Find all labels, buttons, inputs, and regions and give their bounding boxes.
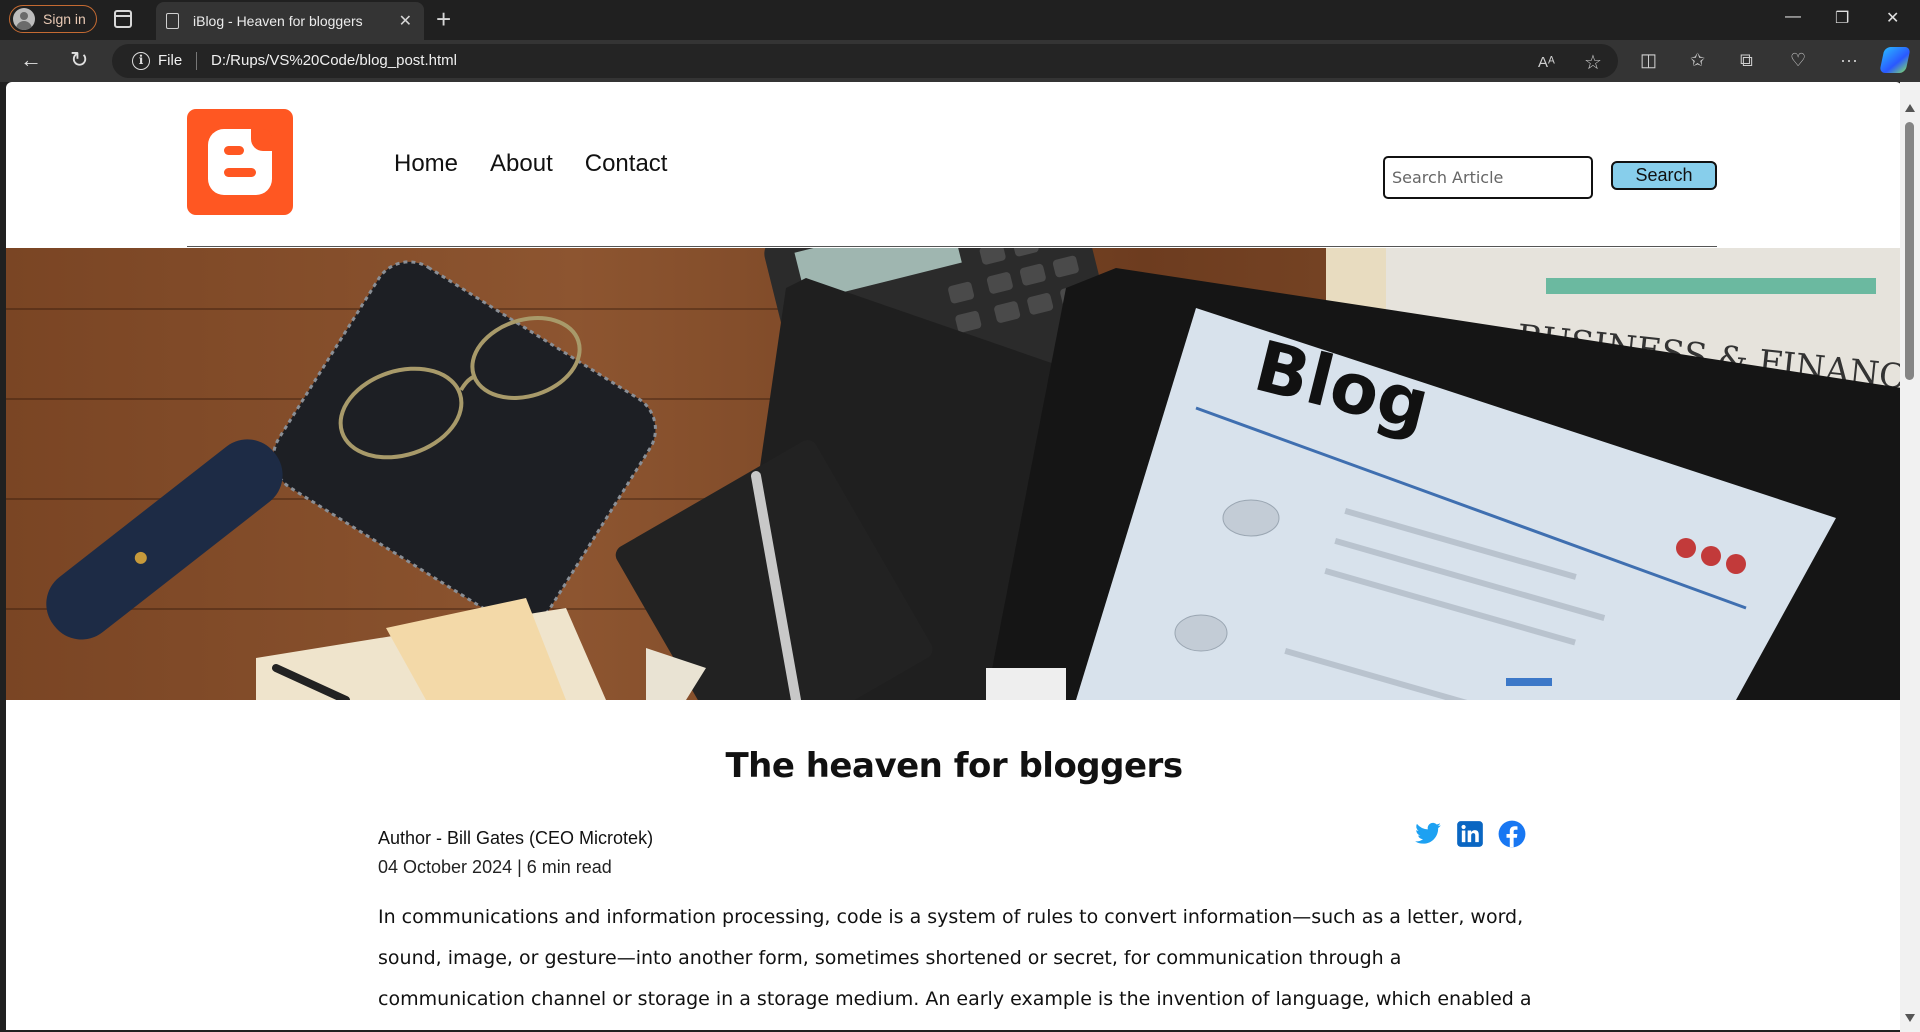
info-icon[interactable]: i: [132, 52, 150, 70]
profile-avatar-icon: [13, 8, 35, 30]
nav-contact-link[interactable]: Contact: [585, 150, 668, 178]
browser-essentials-icon[interactable]: ♡: [1790, 50, 1806, 71]
workspaces-icon[interactable]: [114, 10, 132, 28]
refresh-icon[interactable]: ↻: [70, 47, 88, 73]
divider: [196, 52, 197, 70]
search-button[interactable]: Search: [1611, 161, 1717, 190]
close-window-icon[interactable]: ✕: [1886, 8, 1899, 28]
page-viewport: Home About Contact Search BUSINESS & FIN…: [6, 82, 1902, 1030]
papers: [256, 598, 706, 700]
wallet: [272, 260, 657, 627]
article-body: In communications and information proces…: [378, 906, 1532, 1030]
collections-icon[interactable]: ⧉: [1740, 50, 1753, 71]
favorites-icon[interactable]: ✩: [1690, 50, 1705, 71]
url-text[interactable]: D:/Rups/VS%20Code/blog_post.html: [211, 52, 457, 69]
laptop-stand: [986, 668, 1066, 700]
back-icon[interactable]: ←: [20, 47, 42, 73]
close-tab-icon[interactable]: ✕: [399, 11, 412, 31]
twitter-icon[interactable]: [1414, 820, 1442, 848]
hero-illustration: BUSINESS & FINANCE: [46, 248, 1902, 700]
article-date: 04 October 2024 | 6 min read: [378, 857, 612, 877]
scroll-thumb[interactable]: [1905, 122, 1914, 380]
sign-in-label: Sign in: [43, 11, 86, 27]
browser-tab[interactable]: iBlog - Heaven for bloggers ✕: [156, 2, 424, 40]
nav-about-link[interactable]: About: [490, 150, 553, 178]
restore-icon[interactable]: ❐: [1835, 8, 1849, 28]
main-nav: Home About Contact: [394, 150, 667, 178]
browser-tabbar: Sign in iBlog - Heaven for bloggers ✕ + …: [0, 0, 1920, 40]
logo-notch: [251, 129, 272, 151]
pencil-case: [46, 439, 283, 640]
nav-home-link[interactable]: Home: [394, 150, 458, 178]
search-input[interactable]: [1383, 156, 1593, 199]
browser-toolbar: ← ↻ i File D:/Rups/VS%20Code/blog_post.h…: [0, 40, 1920, 82]
more-icon[interactable]: ···: [1840, 50, 1858, 71]
read-aloud-icon[interactable]: Aᴬ: [1538, 54, 1555, 71]
linkedin-icon[interactable]: [1456, 820, 1484, 848]
sign-in-button[interactable]: Sign in: [9, 5, 97, 33]
favorite-star-icon[interactable]: ☆: [1584, 50, 1602, 75]
hero-image: BUSINESS & FINANCE: [6, 248, 1902, 700]
blogger-logo-icon[interactable]: [187, 109, 293, 215]
minimize-icon[interactable]: —: [1785, 8, 1801, 26]
page-icon: [166, 13, 179, 29]
article-title: The heaven for bloggers: [725, 746, 1183, 786]
facebook-icon[interactable]: [1498, 820, 1526, 848]
page-scrollbar[interactable]: [1900, 82, 1920, 1032]
address-bar[interactable]: i File D:/Rups/VS%20Code/blog_post.html …: [112, 44, 1618, 78]
scroll-up-icon[interactable]: [1905, 104, 1915, 112]
new-tab-button[interactable]: +: [436, 4, 451, 35]
url-scheme: File: [158, 52, 183, 69]
article-author: Author - Bill Gates (CEO Microtek): [378, 828, 654, 848]
split-screen-icon[interactable]: ◫: [1640, 50, 1657, 71]
tab-title: iBlog - Heaven for bloggers: [193, 13, 363, 29]
header-divider: [187, 246, 1717, 247]
scroll-down-icon[interactable]: [1905, 1014, 1915, 1022]
